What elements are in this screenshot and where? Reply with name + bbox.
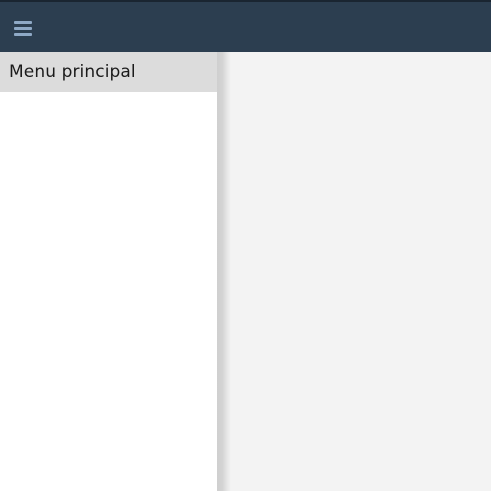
- sidebar: Menu principal: [0, 52, 217, 491]
- sidebar-title: Menu principal: [0, 52, 217, 92]
- app-window: Menu principal: [0, 0, 491, 491]
- menu-toggle-button[interactable]: [10, 16, 36, 40]
- top-bar: [0, 0, 491, 52]
- main-content: [231, 52, 491, 491]
- sidebar-shadow: [217, 52, 231, 491]
- hamburger-icon: [14, 20, 32, 36]
